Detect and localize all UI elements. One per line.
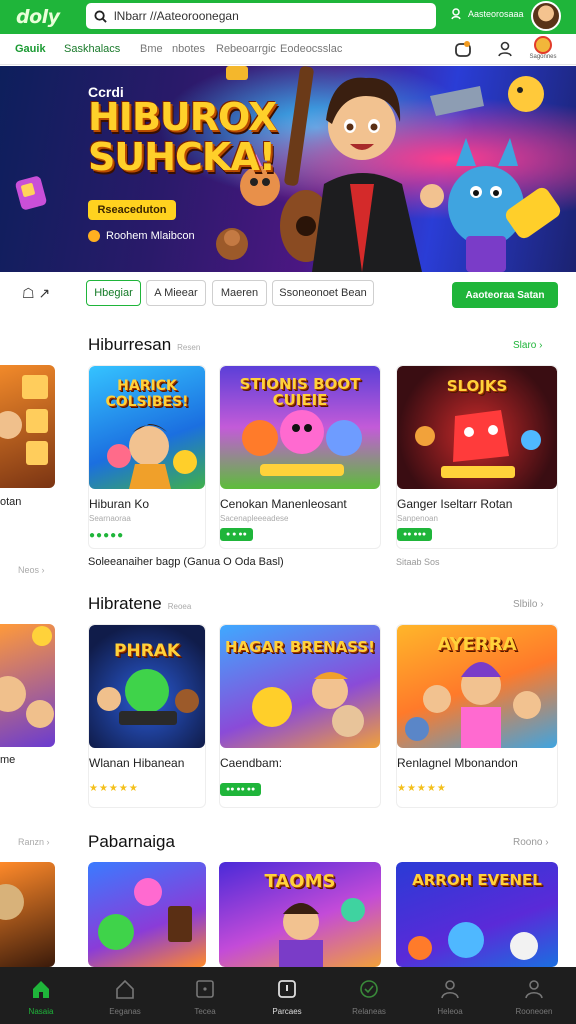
home-icon (33, 981, 49, 998)
game-thumb: HARICK COLSIBES! (89, 366, 205, 489)
person-icon (525, 980, 543, 999)
banner-title-line2: SUHCKA! (88, 135, 276, 179)
tab-home[interactable]: Nasaia (11, 967, 71, 1024)
nav-item-0[interactable]: Gauik (15, 43, 46, 55)
tab-browse[interactable]: Eeganas (95, 967, 155, 1024)
game-thumb: HAGAR BRENASS! (220, 625, 380, 748)
search-box[interactable] (86, 3, 436, 29)
grid-icon (196, 980, 214, 998)
game-card[interactable] (88, 862, 206, 967)
bottom-tab-bar: Nasaia Eeganas Tecea Parcaes Relaneas He… (0, 967, 576, 1024)
tab-rewards[interactable]: Relaneas (339, 967, 399, 1024)
partial-thumb-1[interactable] (0, 365, 55, 488)
device-icon (278, 980, 296, 998)
tab-profile[interactable]: Heleoa (420, 967, 480, 1024)
search-icon (94, 9, 107, 23)
game-card[interactable]: SLOJKS Ganger Iseltarr Rotan Sanpenoan ●… (396, 365, 558, 549)
tab-play[interactable]: Parcaes (257, 967, 317, 1024)
section-link-1[interactable]: Slaro › (513, 340, 542, 351)
banner-title-line1: HIBUROX (88, 95, 277, 139)
avatar[interactable] (531, 1, 561, 31)
game-card[interactable]: ARROH EVENEL (396, 862, 558, 967)
game-thumb: TAOMS (219, 862, 381, 967)
user-menu[interactable]: Sagonnes (528, 36, 558, 60)
partial-label-2: me (0, 754, 16, 766)
account-area[interactable]: Aasteorosaaa (451, 8, 524, 20)
nav-item-5[interactable]: Eodeocsslac (280, 43, 342, 55)
game-thumb (88, 862, 206, 967)
partial-thumb-2[interactable] (0, 624, 55, 747)
app-logo[interactable]: doly (16, 6, 60, 28)
primary-action-button[interactable]: Aaoteoraa Satan (452, 282, 558, 308)
game-thumb: ARROH EVENEL (396, 862, 558, 967)
banner-cta-button[interactable]: Rseaceduton (88, 200, 176, 220)
partial-label-1: otan (0, 496, 22, 508)
tab-account[interactable]: Rooneoen (504, 967, 564, 1024)
rating-stars: ★★★★★ (397, 783, 447, 794)
game-card[interactable]: HARICK COLSIBES! Hiburan Ko Searnaoraa ●… (88, 365, 206, 549)
game-thumb: PHRAK (89, 625, 205, 748)
game-card[interactable]: STIONIS BOOT CUIEIE Cenokan Manenleosant… (219, 365, 381, 549)
card-tag: ●● ●● ●● (220, 783, 262, 796)
account-label: Aasteorosaaa (468, 9, 524, 19)
check-circle-icon (360, 980, 378, 998)
coin-icon (88, 230, 100, 242)
hero-banner[interactable]: Ccrdi HIBUROX SUHCKA! Rseaceduton Roohem… (0, 66, 576, 272)
hero-character (262, 66, 462, 272)
filter-pill-0[interactable]: Hbegiar (86, 280, 141, 306)
nav-item-4[interactable]: Rebeoarrgic (216, 43, 276, 55)
person-icon (441, 980, 459, 999)
game-card[interactable]: PHRAK Wlanan Hibanean ★★★★★ (88, 624, 206, 808)
card-tag: ●● ●●● (397, 528, 433, 541)
filter-pill-1[interactable]: A Mieear (146, 280, 206, 306)
game-thumb: SLOJKS (397, 366, 557, 489)
top-bar: doly Aasteorosaaa (0, 0, 576, 34)
game-card[interactable]: HAGAR BRENASS! Caendbam: ●● ●● ●● (219, 624, 381, 808)
section-title-1: Hiburresan Resen (88, 335, 201, 354)
search-input[interactable] (114, 9, 414, 23)
notification-icon[interactable] (452, 38, 474, 60)
house-outline-icon (116, 979, 134, 999)
game-card[interactable]: AYERRA Renlagnel Mbonandon ★★★★★ (396, 624, 558, 808)
section-link-3[interactable]: Roono › (513, 837, 549, 848)
promo-right-text: Sitaab Sos (396, 557, 440, 567)
user-coin-icon (451, 8, 461, 20)
rating-dots: ●●●●● (89, 530, 125, 541)
profile-icon[interactable] (494, 38, 516, 60)
user-badge-icon (534, 36, 552, 54)
banner-tag-label: Roohem Mlaibcon (106, 230, 195, 242)
category-nav: Gauik Saskhalacs Bme nbotes Rebeoarrgic … (0, 34, 576, 65)
nav-item-3[interactable]: nbotes (172, 43, 205, 55)
tab-games[interactable]: Tecea (175, 967, 235, 1024)
partial-thumb-3[interactable] (0, 862, 55, 967)
section-title-2: Hibratene Reoea (88, 594, 192, 613)
card-tag: ● ● ●● (220, 528, 253, 541)
filter-icon[interactable]: ☖ ↗ (22, 285, 50, 302)
partial-side-link-1[interactable]: Neos › (18, 565, 45, 575)
partial-side-link-3[interactable]: Ranzn › (18, 837, 50, 847)
game-thumb: STIONIS BOOT CUIEIE (220, 366, 380, 489)
banner-tag[interactable]: Roohem Mlaibcon (88, 230, 195, 242)
game-card[interactable]: TAOMS (219, 862, 381, 967)
game-thumb: AYERRA (397, 625, 557, 748)
user-label: Sagonnes (529, 54, 557, 60)
section-link-2[interactable]: Slbilo › (513, 599, 544, 610)
section-title-3: Pabarnaiga (88, 832, 175, 851)
nav-item-2[interactable]: Bme (140, 43, 163, 55)
filter-pill-3[interactable]: Ssoneonoet Bean (272, 280, 374, 306)
nav-item-1[interactable]: Saskhalacs (64, 43, 120, 55)
promo-text: Soleeanaiher bagp (Ganua O Oda Basl) (88, 556, 284, 568)
filter-pill-2[interactable]: Maeren (212, 280, 267, 306)
rating-stars: ★★★★★ (89, 783, 139, 794)
